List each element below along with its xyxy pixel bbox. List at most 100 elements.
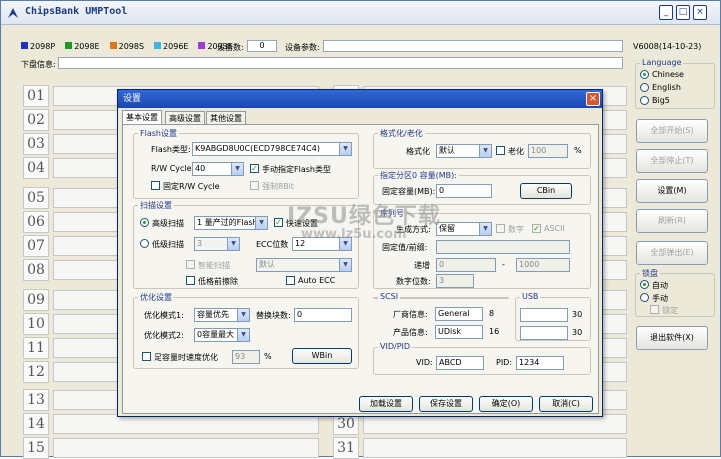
smart-scan-checkbox[interactable] (186, 260, 195, 269)
flash-type-label: Flash类型: (151, 145, 191, 154)
save-settings-button[interactable]: 保存设置 (419, 396, 473, 412)
watermark-url: www.lz5u.com (301, 227, 407, 242)
basic-settings-panel: Flash设置 Flash类型: K9ABGD8U0C(ECD798CE74C4… (122, 124, 599, 414)
stop-all-button[interactable]: 全部停止(T) (636, 149, 708, 173)
rw-cycle-value: 40 (195, 164, 206, 173)
fast-scan-checkbox[interactable]: ✓ (274, 218, 283, 227)
language-big5-radio[interactable] (640, 96, 649, 105)
version-label: V6008(14-10-23) (633, 42, 702, 51)
serial-digits-input[interactable]: 3 (436, 274, 474, 288)
start-all-button[interactable]: 全部开始(S) (636, 119, 708, 143)
slot-status-bar (53, 438, 319, 458)
cancel-button[interactable]: 取消(C) (539, 396, 593, 412)
cbin-button[interactable]: CBin (520, 183, 572, 199)
smart-scan-value: 默认 (259, 260, 275, 269)
aging-checkbox[interactable] (496, 146, 505, 155)
usb-vendor-input[interactable] (520, 308, 568, 322)
mode1-value: 容量优先 (197, 310, 229, 319)
aging-input[interactable]: 100 (528, 144, 568, 158)
product-input[interactable]: UDisk (435, 325, 483, 339)
vid-input[interactable]: ABCD (436, 356, 484, 370)
format-group: 格式化/老化 格式化 默认 ▼ 老化 100 % (373, 128, 591, 169)
settings-button[interactable]: 设置(M) (636, 179, 708, 203)
low-scan-label: 低级扫描 (152, 240, 184, 249)
speed-opt-checkbox[interactable] (142, 352, 151, 361)
eject-all-button[interactable]: 全部弹出(E) (636, 241, 708, 265)
language-title: Language (640, 58, 684, 67)
serial-ascii-label: ASCII (544, 224, 565, 233)
usb-product-input[interactable] (520, 326, 568, 340)
high-scan-select[interactable]: 1 量产过的Flash ▼ (194, 216, 268, 230)
smart-scan-label: 智能扫描 (198, 261, 230, 270)
flash-type-select[interactable]: K9ABGD8U0C(ECD798CE74C4) ▼ (192, 142, 352, 156)
tab-other[interactable]: 其他设置 (206, 111, 246, 125)
usb-product-length: 30 (572, 328, 583, 337)
fixed-capacity-input[interactable]: 0 (436, 184, 492, 198)
chevron-down-icon: ▼ (479, 145, 491, 157)
force-8bit-checkbox[interactable] (250, 181, 259, 190)
serial-gen-value: 保留 (439, 224, 455, 233)
lock-manual-radio[interactable] (640, 293, 649, 302)
pid-input[interactable]: 1234 (516, 356, 564, 370)
refresh-button[interactable]: 刷新(R) (636, 209, 708, 233)
flash-type-value: K9ABGD8U0C(ECD798CE74C4) (195, 144, 320, 153)
slot-status-bar (363, 438, 627, 458)
force-8bit-label: 强制8Bit (262, 182, 294, 191)
language-chinese-label: Chinese (652, 70, 684, 79)
tab-advanced[interactable]: 高级设置 (165, 111, 205, 125)
serial-digit-checkbox[interactable] (496, 224, 505, 233)
rw-cycle-select[interactable]: 40 ▼ (192, 162, 244, 176)
serial-inc-label: 递增 (414, 261, 430, 270)
legend-label: 2098P (30, 41, 56, 51)
serial-gen-select[interactable]: 保留 ▼ (436, 222, 492, 236)
serial-inc-from-input[interactable]: 0 (436, 258, 496, 272)
slot-number: 13 (23, 389, 49, 411)
language-english-radio[interactable] (640, 83, 649, 92)
low-scan-value: 3 (197, 239, 203, 248)
vendor-input[interactable]: General (435, 307, 483, 321)
manual-flash-checkbox[interactable]: ✓ (250, 164, 259, 173)
dialog-close-button[interactable]: × (586, 92, 600, 106)
partition-title: 指定分区0 容量(MB): (378, 170, 459, 181)
replace-blocks-input[interactable]: 0 (294, 308, 352, 322)
serial-ascii-checkbox[interactable]: ✓ (532, 224, 541, 233)
ok-button[interactable]: 确定(O) (479, 396, 533, 412)
app-logo-icon (8, 8, 18, 18)
flash-group: Flash设置 Flash类型: K9ABGD8U0C(ECD798CE74C4… (133, 128, 359, 199)
minimize-button[interactable]: _ (659, 5, 673, 20)
auto-ecc-checkbox[interactable] (286, 276, 295, 285)
speed-opt-input[interactable]: 93 (232, 350, 260, 364)
lock-locked-checkbox[interactable] (650, 305, 659, 314)
serial-fixed-input[interactable] (436, 240, 570, 254)
low-erase-checkbox[interactable] (186, 276, 195, 285)
high-scan-radio[interactable] (140, 218, 149, 227)
exit-button[interactable]: 退出软件(X) (636, 326, 708, 350)
language-english-label: English (652, 83, 681, 92)
download-info-field (58, 57, 623, 69)
vendor-label: 厂商信息: (393, 310, 428, 319)
lock-auto-radio[interactable] (640, 280, 649, 289)
language-chinese-radio[interactable] (640, 70, 649, 79)
lock-auto-label: 自动 (652, 281, 668, 290)
load-settings-button[interactable]: 加载设置 (359, 396, 413, 412)
window-title: ChipsBank UMPTool (25, 6, 128, 17)
vidpid-title: VID/PID (378, 342, 413, 351)
mode2-select[interactable]: 0容量最大 ▼ (194, 328, 250, 342)
serial-inc-dash: - (502, 260, 505, 269)
slot-number: 14 (23, 413, 49, 435)
high-scan-value: 1 量产过的Flash (197, 218, 258, 227)
low-scan-select[interactable]: 3 ▼ (194, 237, 240, 251)
mode1-select[interactable]: 容量优先 ▼ (194, 308, 250, 322)
wbin-button[interactable]: WBin (292, 348, 352, 364)
close-button[interactable]: × (693, 5, 707, 20)
serial-inc-to-input[interactable]: 1000 (516, 258, 570, 272)
fixed-rw-checkbox[interactable] (151, 181, 160, 190)
tab-basic[interactable]: 基本设置 (122, 110, 162, 125)
format-select[interactable]: 默认 ▼ (436, 144, 492, 158)
title-bar: ChipsBank UMPTool _ □ × (1, 1, 720, 25)
maximize-button[interactable]: □ (676, 5, 690, 20)
smart-scan-select[interactable]: 默认 ▼ (256, 258, 352, 272)
high-scan-label: 高级扫描 (152, 219, 184, 228)
low-scan-radio[interactable] (140, 239, 149, 248)
fixed-rw-label: 固定R/W Cycle (163, 182, 220, 191)
